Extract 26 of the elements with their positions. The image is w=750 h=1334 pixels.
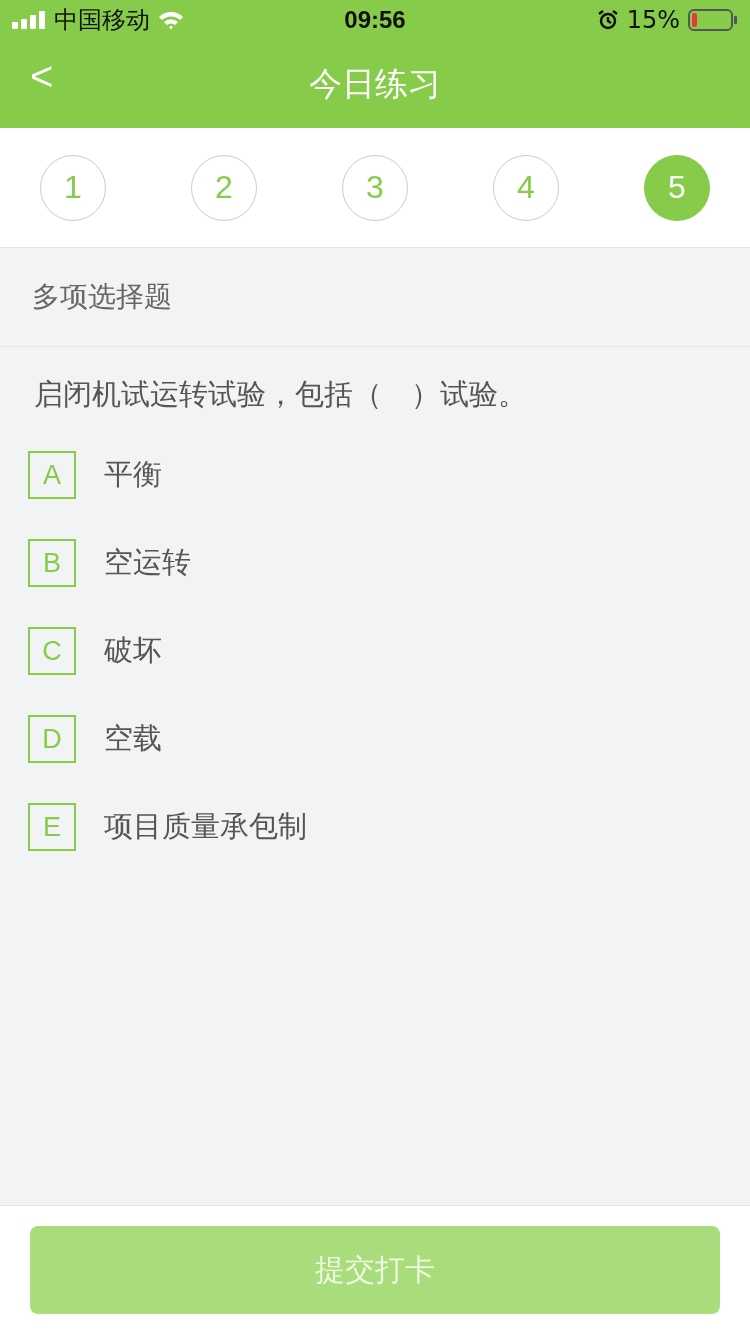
clock-time: 09:56	[344, 6, 406, 34]
back-button[interactable]: <	[22, 54, 62, 99]
signal-icon	[12, 11, 46, 29]
alarm-icon	[596, 9, 619, 31]
question-number[interactable]: 2	[191, 154, 257, 221]
option-letter[interactable]: A	[28, 451, 76, 499]
option-text[interactable]: 平衡	[104, 455, 162, 495]
option-letter[interactable]: C	[28, 627, 76, 675]
option-text[interactable]: 空载	[104, 719, 162, 759]
option-letter[interactable]: D	[28, 715, 76, 763]
question-number[interactable]: 5	[644, 154, 710, 221]
question-number[interactable]: 1	[40, 154, 106, 221]
question-number[interactable]: 3	[342, 154, 408, 221]
question-text: 启闭机试运转试验，包括（ ）试验。	[33, 376, 528, 413]
question-number[interactable]: 4	[493, 154, 559, 221]
page-title: 今日练习	[309, 62, 441, 105]
option-letter[interactable]: B	[28, 539, 76, 587]
wifi-icon	[158, 10, 184, 30]
section-title: 多项选择题	[32, 279, 172, 315]
option-text[interactable]: 项目质量承包制	[104, 807, 307, 847]
option-text[interactable]: 破坏	[104, 631, 162, 671]
battery-percent: 15%	[626, 6, 680, 34]
option-letter[interactable]: E	[28, 803, 76, 851]
option-text[interactable]: 空运转	[104, 543, 191, 583]
battery-icon	[688, 9, 738, 31]
carrier-name: 中国移动	[54, 5, 150, 36]
